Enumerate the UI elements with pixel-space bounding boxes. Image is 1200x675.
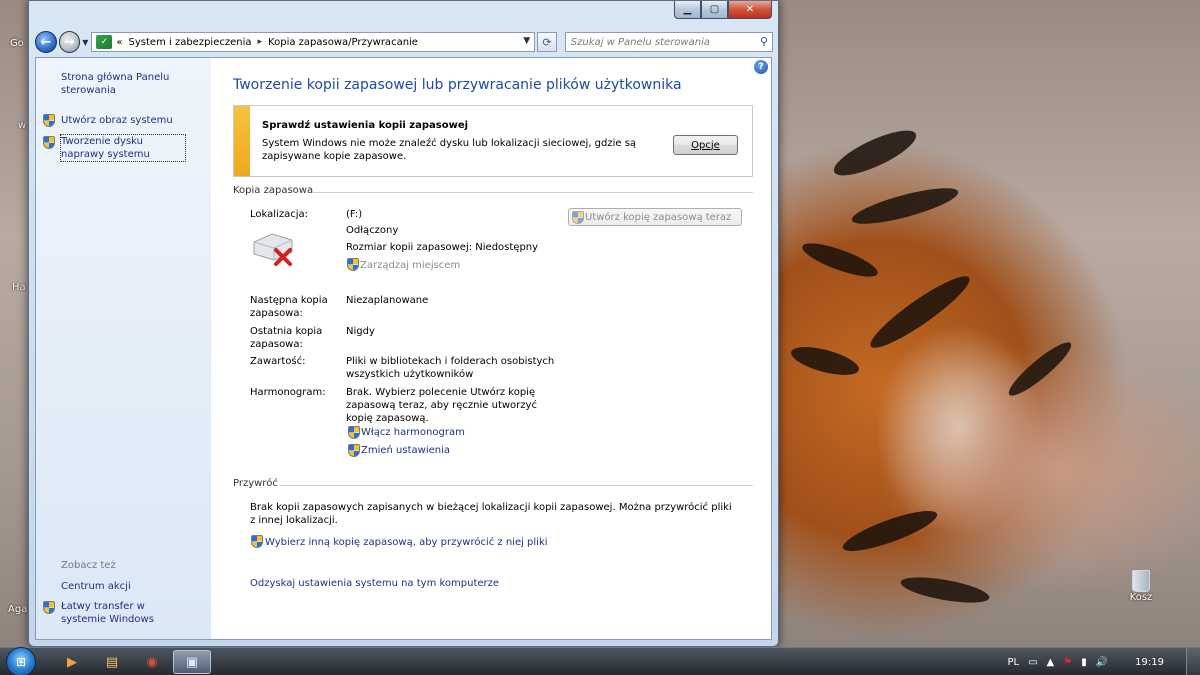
sidebar-home-link[interactable]: Strona główna Panelu sterowania: [61, 71, 181, 97]
next-backup-value: Niezaplanowane: [346, 295, 429, 306]
keyboard-icon[interactable]: ▭: [1028, 657, 1037, 668]
last-backup-value: Nigdy: [346, 326, 375, 337]
taskbar: ⊞ ▶ ▤ ◉ ▣ PL ▭ ▲ ⚑ ▮ 🔊 19:19: [0, 647, 1200, 675]
restore-text: Brak kopii zapasowych zapisanych w bieżą…: [250, 502, 732, 526]
uac-shield-icon: [43, 136, 55, 149]
select-other-backup-link[interactable]: Wybierz inną kopię zapasową, aby przywró…: [265, 536, 548, 549]
uac-shield-icon: [251, 535, 263, 548]
address-dropdown-icon[interactable]: ▼: [523, 36, 530, 46]
action-center-icon[interactable]: ⚑: [1063, 657, 1072, 668]
navigation-toolbar: ← → ▼ ✓ « System i zabezpieczenia ▸ Kopi…: [35, 30, 773, 54]
sidebar-action-center[interactable]: Centrum akcji: [61, 580, 201, 593]
uac-shield-icon: [43, 114, 55, 127]
recycle-bin-icon: [1132, 570, 1150, 592]
system-tray: PL ▭ ▲ ⚑ ▮ 🔊 19:19: [1007, 648, 1200, 675]
volume-icon[interactable]: 🔊: [1096, 657, 1108, 668]
contents-label: Zawartość:: [250, 356, 306, 367]
refresh-button[interactable]: ⟳: [537, 32, 557, 52]
warning-title: Sprawdź ustawienia kopii zapasowej: [262, 120, 469, 131]
desktop-icon-label[interactable]: Go: [10, 38, 24, 49]
backup-now-label: Utwórz kopię zapasową teraz: [585, 211, 732, 223]
backup-size: Rozmiar kopii zapasowej: Niedostępny: [346, 242, 539, 253]
control-panel-window: ▁ ▢ ✕ ← → ▼ ✓ « System i zabezpieczenia …: [28, 0, 779, 647]
sidebar-easy-transfer[interactable]: Łatwy transfer w systemie Windows: [61, 600, 191, 626]
desktop-icon-label[interactable]: Aga: [8, 604, 27, 615]
backup-section-heading: Kopia zapasowa: [233, 185, 314, 196]
forward-button[interactable]: →: [58, 31, 81, 53]
maximize-button[interactable]: ▢: [701, 1, 728, 19]
options-button-label: Opcje: [691, 139, 720, 151]
desktop-icon-label[interactable]: Ha: [12, 282, 26, 293]
control-panel-taskbar-icon[interactable]: ▣: [173, 650, 211, 674]
search-input[interactable]: [570, 36, 751, 48]
help-icon[interactable]: ?: [754, 60, 768, 74]
see-also-heading: Zobacz też: [61, 560, 116, 571]
location-label: Lokalizacja:: [250, 209, 308, 220]
change-settings-link[interactable]: Zmień ustawienia: [361, 444, 450, 457]
recycle-bin-label: Kosz: [1129, 592, 1153, 603]
address-bar[interactable]: ✓ « System i zabezpieczenia ▸ Kopia zapa…: [91, 32, 536, 52]
breadcrumb-backup-restore[interactable]: Kopia zapasowa/Przywracanie: [268, 37, 418, 48]
recover-system-settings-link[interactable]: Odzyskaj ustawienia systemu na tym kompu…: [250, 577, 499, 590]
location-drive: (F:): [346, 209, 363, 220]
warning-notification: Sprawdź ustawienia kopii zapasowej Syste…: [233, 105, 753, 177]
control-panel-icon: ✓: [96, 35, 113, 49]
page-title: Tworzenie kopii zapasowej lub przywracan…: [233, 77, 682, 93]
contents-value: Pliki w bibliotekach i folderach osobist…: [346, 356, 555, 380]
search-box[interactable]: ⚲: [564, 32, 773, 52]
sidebar-create-repair-disc[interactable]: Tworzenie dysku naprawy systemu: [60, 134, 186, 162]
schedule-value: Brak. Wybierz polecenie Utwórz kopię zap…: [346, 387, 537, 424]
language-indicator[interactable]: PL: [1007, 657, 1019, 668]
back-button[interactable]: ←: [35, 31, 57, 53]
backup-now-button[interactable]: Utwórz kopię zapasową teraz: [568, 208, 742, 226]
network-icon[interactable]: ▮: [1081, 657, 1087, 668]
section-divider: [280, 485, 753, 486]
sidebar-create-system-image[interactable]: Utwórz obraz systemu: [61, 114, 201, 127]
show-hidden-icons[interactable]: ▲: [1047, 657, 1055, 668]
uac-shield-icon: [348, 444, 360, 457]
breadcrumb-separator[interactable]: ▸: [258, 37, 263, 47]
minimize-button[interactable]: ▁: [674, 1, 701, 19]
uac-shield-icon: [572, 211, 584, 224]
next-backup-label: Następna kopia zapasowa:: [250, 295, 328, 319]
schedule-label: Harmonogram:: [250, 387, 326, 398]
uac-shield-icon: [43, 601, 55, 614]
start-button[interactable]: ⊞: [6, 647, 36, 675]
clock[interactable]: 19:19: [1135, 657, 1164, 668]
breadcrumb-system-security[interactable]: System i zabezpieczenia: [129, 37, 252, 48]
media-player-icon[interactable]: ▶: [53, 650, 91, 674]
recycle-bin[interactable]: Kosz: [1125, 570, 1157, 603]
warning-text: System Windows nie może znaleźć dysku lu…: [262, 138, 637, 162]
uac-shield-icon: [348, 426, 360, 439]
enable-schedule-link[interactable]: Włącz harmonogram: [361, 426, 465, 439]
close-button[interactable]: ✕: [728, 1, 772, 19]
last-backup-label: Ostatnia kopia zapasowa:: [250, 326, 323, 350]
options-button[interactable]: Opcje: [673, 135, 738, 155]
recent-pages-dropdown[interactable]: ▼: [82, 38, 88, 47]
manage-space-link[interactable]: Zarządzaj miejscem: [360, 259, 460, 272]
content-area: Strona główna Panelu sterowania Utwórz o…: [35, 57, 772, 640]
disconnected-drive-icon: [253, 233, 293, 266]
sidebar: Strona główna Panelu sterowania Utwórz o…: [36, 58, 211, 639]
chrome-icon[interactable]: ◉: [133, 650, 171, 674]
explorer-icon[interactable]: ▤: [93, 650, 131, 674]
location-status: Odłączony: [346, 225, 399, 236]
uac-shield-icon: [347, 258, 359, 271]
warning-bar: [234, 106, 250, 176]
caption-buttons: ▁ ▢ ✕: [674, 1, 772, 19]
desktop-icon-label[interactable]: w: [18, 120, 26, 131]
section-divider: [312, 192, 753, 193]
restore-section-heading: Przywróć: [233, 478, 278, 489]
breadcrumb-overflow[interactable]: «: [116, 37, 122, 48]
show-desktop-button[interactable]: [1186, 648, 1200, 675]
search-icon[interactable]: ⚲: [760, 35, 768, 48]
